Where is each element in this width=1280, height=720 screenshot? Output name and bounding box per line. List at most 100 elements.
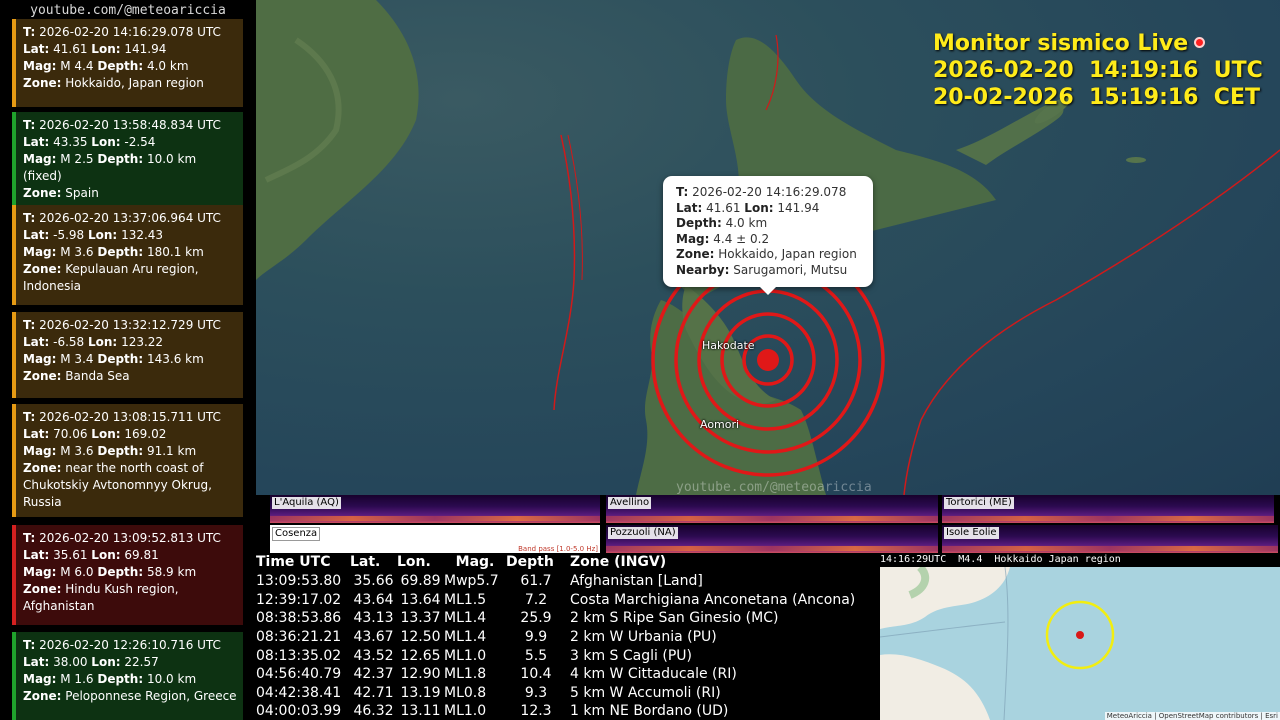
cell-depth: 9.9: [524, 629, 548, 646]
cell-time: 08:38:53.86: [256, 610, 342, 627]
cell-depth: 25.9: [520, 610, 552, 627]
cell-time: 04:42:38.41: [256, 684, 342, 701]
cell-lon: 13.64: [400, 591, 441, 608]
cell-lat: 46.32: [353, 703, 394, 720]
card-lon: 123.22: [121, 335, 164, 349]
fault-line: [553, 134, 576, 411]
station-label: Tortorici (ME): [944, 497, 1014, 509]
monitor-title: Monitor sismico Live: [933, 31, 1189, 56]
table-row: 08:13:35.02 43.52 12.65 ML1.0 5.5 3 km S Cagl…: [256, 646, 855, 665]
card-lon: 141.94: [124, 42, 167, 56]
cell-zone: 5 km W Accumoli (RI): [570, 684, 721, 701]
card-mag: M 2.5: [60, 152, 94, 166]
cell-depth: 61.7: [520, 573, 552, 590]
card-depth: 58.9 km: [146, 565, 197, 579]
card-depth: 91.1 km: [146, 444, 197, 458]
cell-zone: 4 km W Cittaducale (RI): [570, 666, 737, 683]
cell-zone: 3 km S Cagli (PU): [570, 647, 692, 664]
cell-mag: ML1.5: [444, 591, 487, 608]
card-mag: M 4.4: [60, 59, 94, 73]
cell-lon: 13.37: [400, 610, 441, 627]
quake-card[interactable]: T: 2026-02-20 13:09:52.813 UTC Lat: 35.61…: [12, 525, 243, 625]
col-mag: Mag.: [455, 554, 495, 570]
table-row: 08:38:53.86 43.13 13.37 ML1.4 25.9 2 km S Rip…: [256, 609, 855, 628]
station-label: L'Aquila (AQ): [272, 497, 341, 509]
card-lat: 35.61: [53, 548, 88, 562]
cell-time: 12:39:17.02: [256, 591, 342, 608]
card-depth: 10.0 km: [146, 672, 197, 686]
card-time: 2026-02-20 13:09:52.813 UTC: [39, 531, 221, 545]
severity-bar: [12, 205, 16, 305]
cell-mag: ML1.4: [444, 610, 487, 627]
spectrogram-eolie: Isole Eolie: [942, 525, 1278, 553]
severity-bar: [12, 19, 16, 107]
cell-time: 13:09:53.80: [256, 573, 342, 590]
card-time: 2026-02-20 13:58:48.834 UTC: [39, 118, 221, 132]
clock-cet: 20-02-2026 15:19:16 CET: [933, 85, 1260, 110]
cell-depth: 9.3: [524, 684, 548, 701]
cell-lon: 12.90: [400, 666, 441, 683]
table-header: Time UTC Lat. Lon. Mag. Depth Zone (INGV…: [256, 553, 855, 572]
cell-lat: 42.71: [353, 684, 394, 701]
minimap-canvas[interactable]: MeteoAriccia | OpenStreetMap contributor…: [880, 567, 1280, 720]
spectrogram-avellino: Avellino: [606, 495, 938, 523]
card-time: 2026-02-20 13:08:15.711 UTC: [39, 410, 221, 424]
channel-url: youtube.com/@meteoariccia: [30, 3, 226, 18]
table-row: 04:00:03.99 46.32 13.11 ML1.0 12.3 1 km NE Bo…: [256, 702, 855, 720]
spectrogram-cosenza: Cosenza Band pass [1.0-5.0 Hz]: [270, 525, 600, 553]
minimap-land: [880, 567, 1010, 629]
quake-card[interactable]: T: 2026-02-20 12:26:10.716 UTC Lat: 38.00…: [12, 632, 243, 720]
popup-pointer: [759, 285, 777, 295]
cell-mag: ML1.0: [444, 703, 487, 720]
live-indicator-icon: [1194, 37, 1206, 48]
card-mag: M 6.0: [60, 565, 94, 579]
cell-depth: 12.3: [520, 703, 552, 720]
quake-card[interactable]: T: 2026-02-20 13:08:15.711 UTC Lat: 70.06…: [12, 404, 243, 517]
minimap-shapes: [880, 567, 1115, 720]
cell-zone: Costa Marchigiana Anconetana (Ancona): [570, 591, 856, 608]
quake-card[interactable]: T: 2026-02-20 13:37:06.964 UTC Lat: -5.98…: [12, 205, 243, 305]
mainland-landmass: [256, 0, 419, 280]
popup-lon: 141.94: [777, 200, 820, 215]
location-minimap[interactable]: 14:16:29UTC M4.4 Hokkaido Japan region M…: [880, 553, 1280, 720]
col-lon: Lon.: [397, 554, 431, 570]
cell-lat: 43.13: [353, 610, 394, 627]
card-time: 2026-02-20 13:37:06.964 UTC: [39, 211, 221, 225]
clock-utc: 2026-02-20 14:19:16 UTC: [933, 58, 1263, 83]
card-mag: M 1.6: [60, 672, 94, 686]
card-lat: -6.58: [53, 335, 85, 349]
card-lat: 70.06: [53, 427, 88, 441]
cell-lat: 42.37: [353, 666, 394, 683]
cell-mag: ML1.8: [444, 666, 487, 683]
minimap-header: 14:16:29UTC M4.4 Hokkaido Japan region: [880, 554, 1121, 565]
card-lon: 132.43: [121, 228, 164, 242]
col-time: Time UTC: [256, 554, 331, 570]
cell-lat: 43.67: [353, 629, 394, 646]
quake-card[interactable]: T: 2026-02-20 13:58:48.834 UTC Lat: 43.35…: [12, 112, 243, 207]
cell-zone: 2 km W Urbania (PU): [570, 629, 717, 646]
quake-card[interactable]: T: 2026-02-20 14:16:29.078 UTC Lat: 41.61…: [12, 19, 243, 107]
cell-lat: 43.64: [353, 591, 394, 608]
card-time: 2026-02-20 13:32:12.729 UTC: [39, 318, 221, 332]
spectrogram-laquila: L'Aquila (AQ): [270, 495, 600, 523]
table-row: 04:56:40.79 42.37 12.90 ML1.8 10.4 4 km W Cit…: [256, 665, 855, 684]
card-lat: 38.00: [53, 655, 88, 669]
card-depth: 180.1 km: [146, 245, 204, 259]
table-row: 08:36:21.21 43.67 12.50 ML1.4 9.9 2 km W Urba…: [256, 628, 855, 647]
col-lat: Lat.: [350, 554, 381, 570]
quake-card[interactable]: T: 2026-02-20 13:32:12.729 UTC Lat: -6.58…: [12, 312, 243, 398]
card-lon: 69.81: [124, 548, 159, 562]
station-label: Cosenza: [272, 527, 321, 541]
popup-nearby: Sarugamori, Mutsu: [733, 262, 848, 277]
station-label: Avellino: [608, 497, 652, 509]
ingv-events-table: Time UTC Lat. Lon. Mag. Depth Zone (INGV…: [256, 553, 880, 720]
cell-lon: 12.50: [400, 629, 441, 646]
card-mag: M 3.6: [60, 444, 94, 458]
monitor-clock: Monitor sismico Live 2026-02-20 14:19:16…: [933, 30, 1273, 111]
cell-zone: Afghanistan [Land]: [570, 573, 703, 590]
cell-lat: 35.66: [353, 573, 394, 590]
cell-time: 08:13:35.02: [256, 647, 342, 664]
cell-lon: 12.65: [400, 647, 441, 664]
cell-depth: 10.4: [520, 666, 552, 683]
station-label: Isole Eolie: [944, 527, 999, 539]
